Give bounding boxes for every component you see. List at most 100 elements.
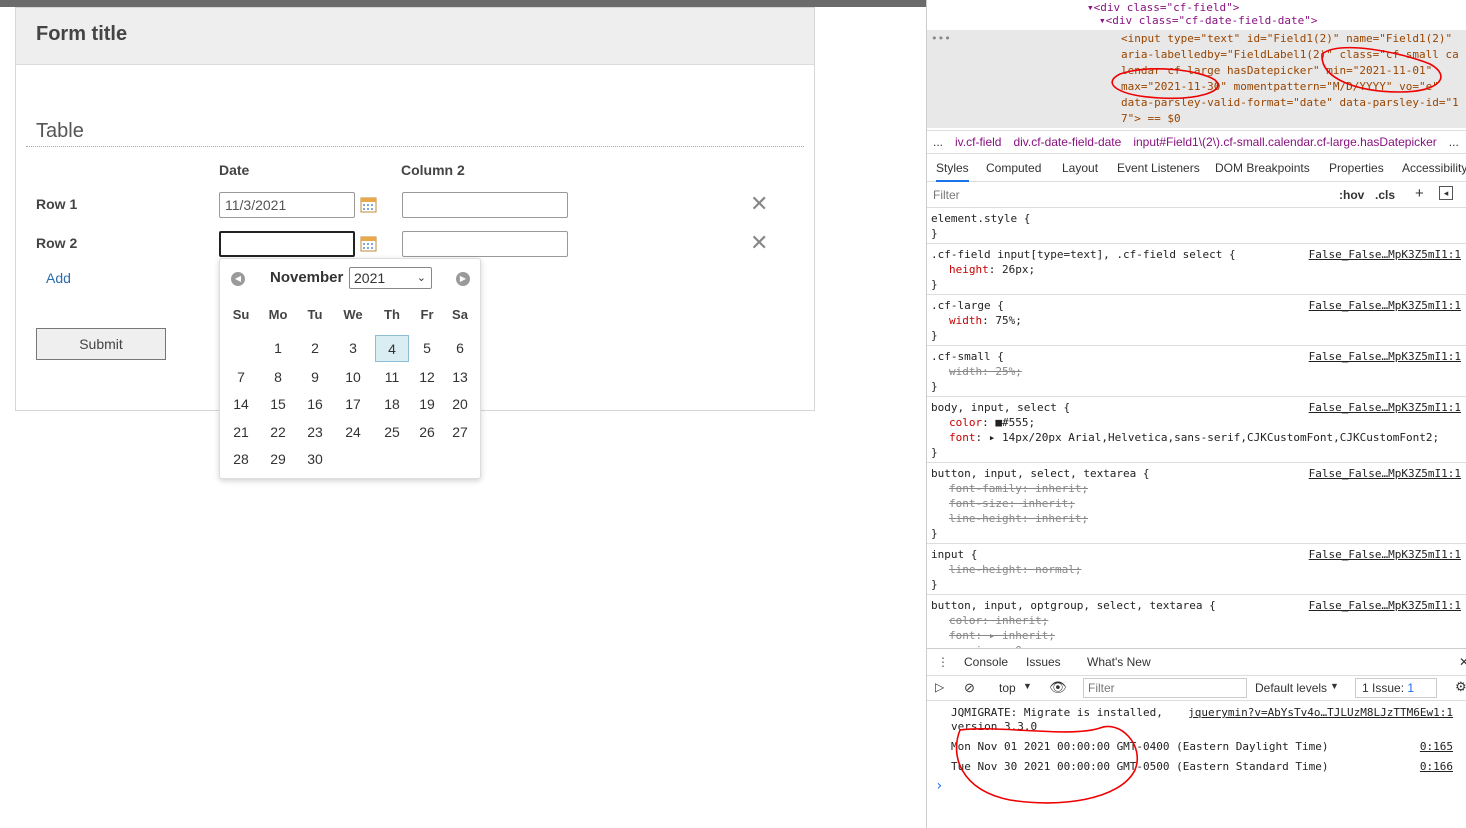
tab-computed[interactable]: Computed bbox=[986, 161, 1041, 175]
calendar-day[interactable]: 30 bbox=[298, 446, 332, 473]
console-prompt[interactable]: › bbox=[935, 778, 943, 794]
dom-node-line[interactable]: 7"> == $0 bbox=[1121, 111, 1181, 127]
css-selector[interactable]: element.style { bbox=[931, 212, 1030, 226]
console-filter-input[interactable]: Filter bbox=[1083, 678, 1247, 698]
sidebar-toggle-icon[interactable]: ▷ bbox=[935, 680, 944, 694]
calendar-day[interactable]: 21 bbox=[224, 419, 258, 446]
eye-icon[interactable]: 👁 bbox=[1049, 679, 1067, 696]
console-source-link[interactable]: 0:166 bbox=[1420, 760, 1453, 773]
tab-console[interactable]: Console bbox=[964, 655, 1008, 669]
calendar-day[interactable]: 7 bbox=[224, 364, 258, 391]
clear-console-icon[interactable]: ⊘ bbox=[964, 680, 975, 696]
column2-input[interactable] bbox=[402, 231, 568, 257]
toggle-sidebar-icon[interactable]: ◂ bbox=[1439, 186, 1453, 200]
calendar-day[interactable]: 17 bbox=[336, 391, 370, 418]
dom-node-line[interactable]: ▾<div class="cf-date-field-date"> bbox=[1099, 13, 1318, 29]
tab-issues[interactable]: Issues bbox=[1026, 655, 1061, 669]
css-declaration[interactable]: color: inherit; bbox=[949, 614, 1048, 628]
css-declaration[interactable]: font: ▸ 14px/20px Arial,Helvetica,sans-s… bbox=[949, 431, 1439, 445]
tab-event-listeners[interactable]: Event Listeners bbox=[1117, 161, 1200, 175]
css-declaration[interactable]: line-height: normal; bbox=[949, 563, 1081, 577]
css-declaration[interactable]: font: ▸ inherit; bbox=[949, 629, 1055, 643]
tab-layout[interactable]: Layout bbox=[1062, 161, 1098, 175]
calendar-day[interactable]: 5 bbox=[410, 335, 444, 362]
submit-button[interactable]: Submit bbox=[36, 328, 166, 360]
styles-filter-input[interactable]: Filter bbox=[933, 188, 960, 202]
prev-month-icon[interactable]: ◀ bbox=[231, 272, 245, 286]
breadcrumb-item[interactable]: input#Field1\(2\).cf-small.calendar.cf-l… bbox=[1133, 135, 1436, 149]
dom-node-line[interactable]: aria-labelledby="FieldLabel1(2)" class="… bbox=[1121, 47, 1459, 63]
css-declaration[interactable]: height: 26px; bbox=[949, 263, 1035, 277]
calendar-day[interactable]: 9 bbox=[298, 364, 332, 391]
calendar-icon[interactable] bbox=[360, 196, 377, 213]
close-icon[interactable]: ✕ bbox=[1459, 655, 1466, 669]
css-selector[interactable]: body, input, select { bbox=[931, 401, 1070, 415]
calendar-day[interactable]: 12 bbox=[410, 364, 444, 391]
css-selector[interactable]: .cf-field input[type=text], .cf-field se… bbox=[931, 248, 1236, 262]
calendar-day[interactable]: 27 bbox=[443, 419, 477, 446]
css-source-link[interactable]: False_False…MpK3Z5mI1:1 bbox=[1309, 548, 1461, 561]
dom-node-line[interactable]: max="2021-11-30" momentpattern="M/D/YYYY… bbox=[1121, 79, 1439, 95]
console-source-link[interactable]: jquerymin?v=AbYsTv4o…TJLUzM8LJzTTM6Ew1:1 bbox=[1188, 706, 1453, 719]
calendar-day[interactable]: 25 bbox=[375, 419, 409, 446]
breadcrumb-item[interactable]: div.cf-date-field-date bbox=[1013, 135, 1121, 149]
issues-button[interactable]: 1 Issue: 1 bbox=[1355, 678, 1437, 698]
calendar-day[interactable]: 20 bbox=[443, 391, 477, 418]
css-source-link[interactable]: False_False…MpK3Z5mI1:1 bbox=[1309, 350, 1461, 363]
calendar-day[interactable]: 29 bbox=[261, 446, 295, 473]
add-rule-icon[interactable]: + bbox=[1415, 185, 1424, 202]
gear-icon[interactable]: ⚙ bbox=[1455, 679, 1466, 695]
css-declaration[interactable]: width: 75%; bbox=[949, 314, 1022, 328]
breadcrumb-item[interactable]: ... bbox=[1449, 135, 1459, 149]
console-source-link[interactable]: 0:165 bbox=[1420, 740, 1453, 753]
css-source-link[interactable]: False_False…MpK3Z5mI1:1 bbox=[1309, 467, 1461, 480]
next-month-icon[interactable]: ▶ bbox=[456, 272, 470, 286]
css-declaration[interactable]: width: 25%; bbox=[949, 365, 1022, 379]
css-declaration[interactable]: font-size: inherit; bbox=[949, 497, 1075, 511]
calendar-day[interactable]: 16 bbox=[298, 391, 332, 418]
close-icon[interactable]: ✕ bbox=[750, 193, 768, 215]
calendar-day[interactable]: 22 bbox=[261, 419, 295, 446]
breadcrumb-item[interactable]: ... bbox=[933, 135, 943, 149]
css-source-link[interactable]: False_False…MpK3Z5mI1:1 bbox=[1309, 248, 1461, 261]
css-source-link[interactable]: False_False…MpK3Z5mI1:1 bbox=[1309, 401, 1461, 414]
calendar-day[interactable]: 8 bbox=[261, 364, 295, 391]
calendar-day[interactable]: 11 bbox=[375, 364, 409, 391]
node-ellipsis[interactable]: ••• bbox=[931, 31, 951, 47]
log-levels-select[interactable]: Default levels bbox=[1255, 681, 1327, 695]
css-declaration[interactable]: line-height: inherit; bbox=[949, 512, 1088, 526]
calendar-day[interactable]: 3 bbox=[336, 335, 370, 362]
calendar-day[interactable]: 23 bbox=[298, 419, 332, 446]
css-selector[interactable]: input { bbox=[931, 548, 977, 562]
dom-node-line[interactable]: lendar cf-large hasDatepicker" min="2021… bbox=[1121, 63, 1432, 79]
drawer-menu-icon[interactable]: ⋮ bbox=[937, 655, 949, 669]
dom-node-line[interactable]: <input type="text" id="Field1(2)" name="… bbox=[1121, 31, 1452, 47]
calendar-day[interactable]: 13 bbox=[443, 364, 477, 391]
calendar-day[interactable]: 2 bbox=[298, 335, 332, 362]
calendar-day[interactable]: 10 bbox=[336, 364, 370, 391]
css-declaration[interactable]: color: ■#555; bbox=[949, 416, 1035, 430]
calendar-day[interactable]: 28 bbox=[224, 446, 258, 473]
css-selector[interactable]: .cf-large { bbox=[931, 299, 1004, 313]
css-selector[interactable]: button, input, select, textarea { bbox=[931, 467, 1150, 481]
year-select[interactable]: 2021 ⌄ bbox=[349, 267, 432, 289]
calendar-day[interactable]: 6 bbox=[443, 335, 477, 362]
calendar-icon[interactable] bbox=[360, 235, 377, 252]
breadcrumb-item[interactable]: iv.cf-field bbox=[955, 135, 1001, 149]
dom-node-line[interactable]: data-parsley-valid-format="date" data-pa… bbox=[1121, 95, 1459, 111]
cls-toggle[interactable]: .cls bbox=[1375, 188, 1395, 202]
calendar-day[interactable]: 18 bbox=[375, 391, 409, 418]
calendar-day[interactable]: 24 bbox=[336, 419, 370, 446]
tab-styles[interactable]: Styles bbox=[936, 161, 969, 182]
css-source-link[interactable]: False_False…MpK3Z5mI1:1 bbox=[1309, 299, 1461, 312]
hov-toggle[interactable]: :hov bbox=[1339, 188, 1364, 202]
calendar-day[interactable]: 19 bbox=[410, 391, 444, 418]
date-input[interactable] bbox=[219, 231, 355, 257]
calendar-day[interactable]: 4 bbox=[375, 335, 409, 362]
css-declaration[interactable]: font-family: inherit; bbox=[949, 482, 1088, 496]
calendar-day[interactable]: 15 bbox=[261, 391, 295, 418]
calendar-day[interactable]: 1 bbox=[261, 335, 295, 362]
close-icon[interactable]: ✕ bbox=[750, 232, 768, 254]
add-row-link[interactable]: Add bbox=[46, 270, 71, 286]
tab-accessibility[interactable]: Accessibility bbox=[1402, 161, 1466, 175]
